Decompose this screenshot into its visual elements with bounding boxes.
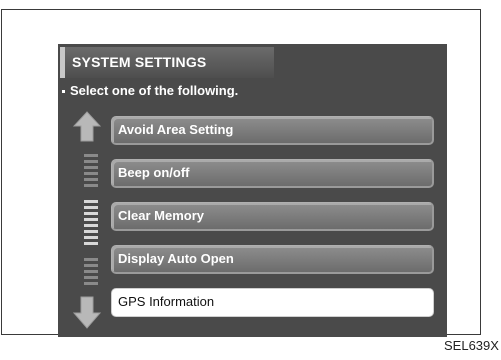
page-title: SYSTEM SETTINGS (60, 47, 274, 78)
scroll-tick (84, 270, 98, 273)
scroll-tick-active (84, 200, 98, 203)
scroll-tick-active (84, 236, 98, 239)
display-auto-open-button[interactable]: Display Auto Open (111, 245, 434, 274)
scroll-tick-active (84, 206, 98, 209)
scroll-tick-active (84, 230, 98, 233)
scroll-tick-active (84, 242, 98, 245)
scroll-tick (84, 282, 98, 285)
instruction-label: Select one of the following. (70, 83, 239, 98)
scroll-tick-active (84, 212, 98, 215)
scroll-up-arrow-icon[interactable] (73, 110, 101, 142)
scroll-tick-active (84, 218, 98, 221)
scroll-tick (84, 276, 98, 279)
clear-memory-button[interactable]: Clear Memory (111, 202, 434, 231)
display-screen: SYSTEM SETTINGS Select one of the follow… (58, 44, 447, 337)
figure-frame: SYSTEM SETTINGS Select one of the follow… (1, 9, 481, 337)
scroll-indicator[interactable] (84, 154, 98, 294)
scroll-tick (84, 264, 98, 267)
avoid-area-setting-button[interactable]: Avoid Area Setting (111, 116, 434, 145)
figure-code: SEL639X (444, 338, 499, 353)
scroll-tick (84, 172, 98, 175)
scroll-tick (84, 184, 98, 187)
scroll-tick-active (84, 224, 98, 227)
bullet-icon (62, 90, 65, 94)
scroll-tick (84, 258, 98, 261)
scroll-tick (84, 178, 98, 181)
beep-on-off-button[interactable]: Beep on/off (111, 159, 434, 188)
scroll-down-arrow-icon[interactable] (73, 296, 101, 330)
scroll-tick (84, 160, 98, 163)
scroll-tick (84, 166, 98, 169)
instruction-text: Select one of the following. (62, 81, 238, 101)
scroll-tick (84, 154, 98, 157)
gps-information-button[interactable]: GPS Information (111, 288, 434, 317)
